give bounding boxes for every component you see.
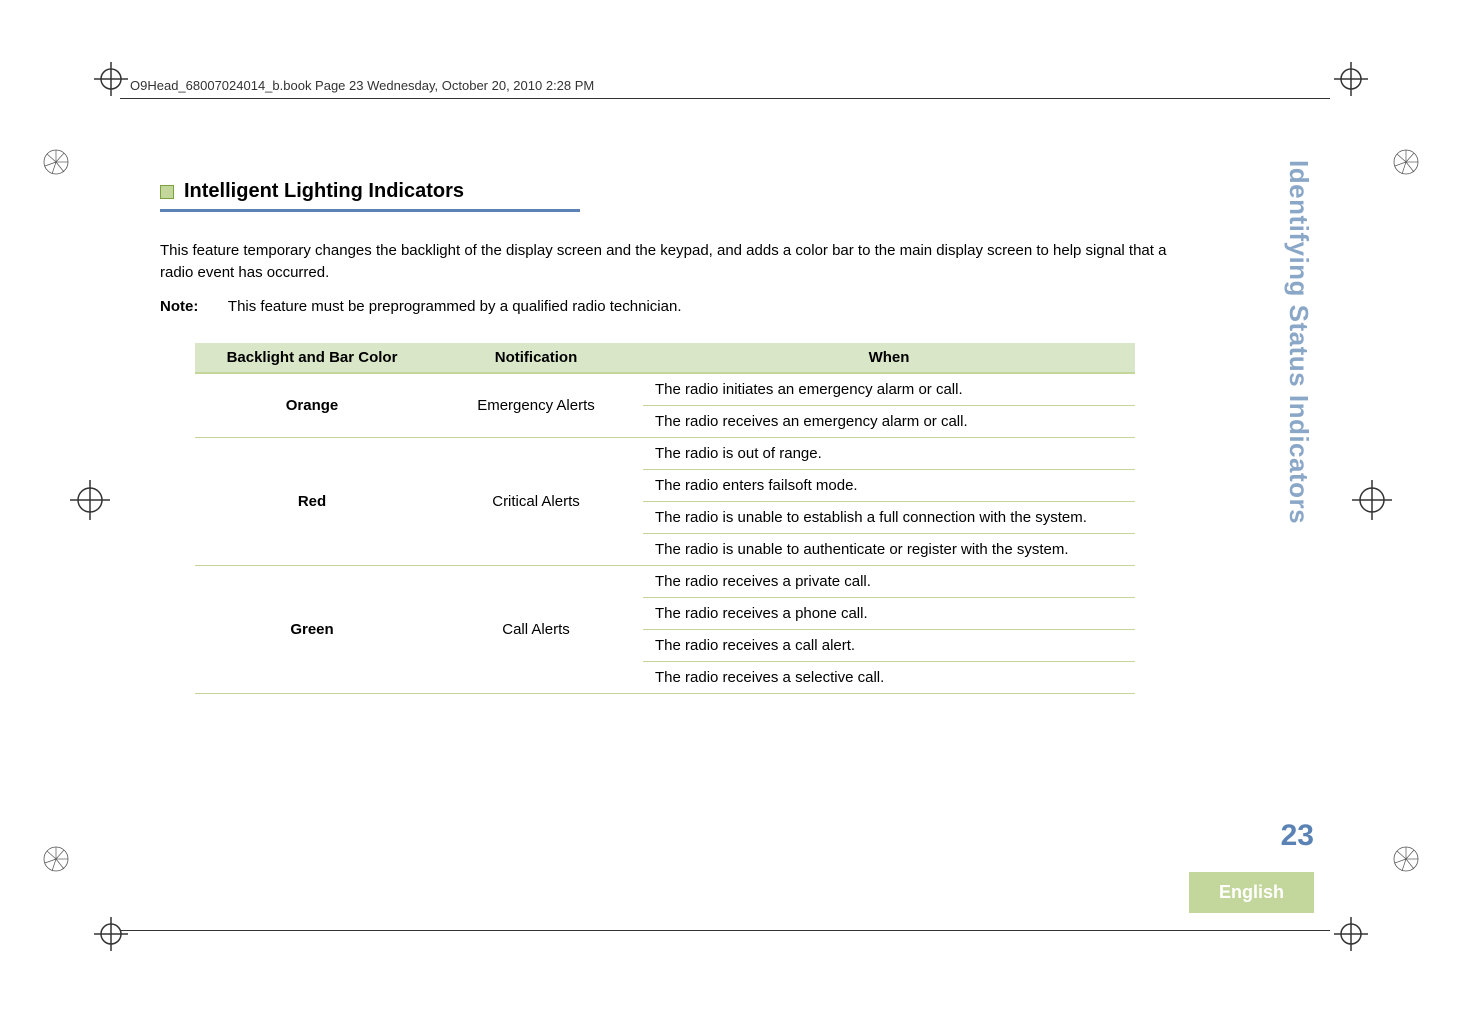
cell-notif-call: Call Alerts	[429, 565, 643, 693]
section-underline	[160, 209, 580, 212]
col-header-when: When	[643, 343, 1135, 373]
cell-when: The radio receives a phone call.	[643, 597, 1135, 629]
bottom-rule	[120, 930, 1330, 931]
col-header-notification: Notification	[429, 343, 643, 373]
header-filename: O9Head_68007024014_b.book Page 23 Wednes…	[130, 78, 594, 93]
top-rule	[120, 98, 1330, 99]
cell-when: The radio receives a private call.	[643, 565, 1135, 597]
note-line: Note: This feature must be preprogrammed…	[160, 298, 1170, 315]
cell-when: The radio initiates an emergency alarm o…	[643, 373, 1135, 406]
cell-when: The radio enters failsoft mode.	[643, 469, 1135, 501]
cell-when: The radio receives a selective call.	[643, 661, 1135, 693]
table-header-row: Backlight and Bar Color Notification Whe…	[195, 343, 1135, 373]
intro-paragraph: This feature temporary changes the backl…	[160, 240, 1170, 284]
table-row: Orange Emergency Alerts The radio initia…	[195, 373, 1135, 406]
registration-mark-icon	[94, 62, 128, 96]
registration-mark-icon	[1352, 480, 1392, 520]
indicators-table: Backlight and Bar Color Notification Whe…	[195, 343, 1135, 694]
registration-mark-icon	[94, 917, 128, 951]
cell-when: The radio is unable to establish a full …	[643, 501, 1135, 533]
table-row: Green Call Alerts The radio receives a p…	[195, 565, 1135, 597]
cell-color-green: Green	[195, 565, 429, 693]
section-title: Intelligent Lighting Indicators	[184, 180, 464, 203]
cell-color-red: Red	[195, 437, 429, 565]
registration-mark-icon	[1334, 62, 1368, 96]
cell-notif-critical: Critical Alerts	[429, 437, 643, 565]
note-text: This feature must be preprogrammed by a …	[228, 298, 682, 315]
cell-when: The radio is unable to authenticate or r…	[643, 533, 1135, 565]
cell-when: The radio receives an emergency alarm or…	[643, 405, 1135, 437]
cell-when: The radio is out of range.	[643, 437, 1135, 469]
cell-when: The radio receives a call alert.	[643, 629, 1135, 661]
cell-color-orange: Orange	[195, 373, 429, 438]
color-bar-icon	[1392, 148, 1420, 176]
color-bar-icon	[42, 845, 70, 873]
color-bar-icon	[42, 148, 70, 176]
page-number: 23	[1281, 819, 1314, 853]
main-content: Intelligent Lighting Indicators This fea…	[160, 180, 1170, 694]
table-row: Red Critical Alerts The radio is out of …	[195, 437, 1135, 469]
section-header: Intelligent Lighting Indicators	[160, 180, 1170, 203]
col-header-backlight: Backlight and Bar Color	[195, 343, 429, 373]
side-tab-title: Identifying Status Indicators	[1283, 160, 1314, 524]
note-label: Note:	[160, 298, 224, 315]
cell-notif-emergency: Emergency Alerts	[429, 373, 643, 438]
registration-mark-icon	[1334, 917, 1368, 951]
language-box: English	[1189, 872, 1314, 913]
registration-mark-icon	[70, 480, 110, 520]
section-bullet-icon	[160, 185, 174, 199]
color-bar-icon	[1392, 845, 1420, 873]
